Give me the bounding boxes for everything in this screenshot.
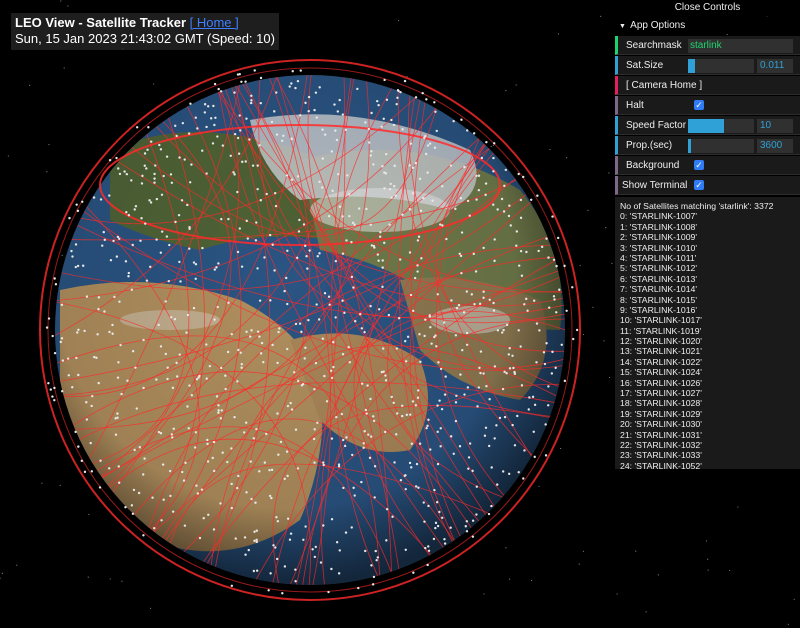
terminal-line: 21: 'STARLINK-1031' xyxy=(620,429,702,440)
camera-home-label: [ Camera Home ] xyxy=(626,80,703,91)
terminal-line: 8: 'STARLINK-1015' xyxy=(620,294,698,305)
terminal-line: 24: 'STARLINK-1052' xyxy=(620,460,702,469)
background-label: Background xyxy=(626,160,680,171)
prop-label: Prop.(sec) xyxy=(626,140,673,151)
terminal-line: 19: 'STARLINK-1029' xyxy=(620,408,702,419)
terminal-line: 7: 'STARLINK-1014' xyxy=(620,284,698,295)
terminal-line: 13: 'STARLINK-1021' xyxy=(620,346,702,357)
app-options-folder[interactable]: ▼ App Options xyxy=(615,18,800,34)
satsize-row: Sat.Size 0.011 xyxy=(615,56,800,75)
searchmask-input[interactable]: starlink xyxy=(688,39,793,53)
terminal-line: 5: 'STARLINK-1012' xyxy=(620,263,698,274)
terminal-line: 14: 'STARLINK-1022' xyxy=(620,356,702,367)
terminal-line: 11: 'STARLINK-1019' xyxy=(620,325,702,336)
terminal-output: No of Satellites matching 'starlink': 33… xyxy=(615,197,800,469)
terminal-line: 10: 'STARLINK-1017' xyxy=(620,315,702,326)
speed-slider[interactable] xyxy=(688,119,754,133)
halt-label: Halt xyxy=(626,100,644,111)
background-row: Background ✓ xyxy=(615,156,800,175)
background-checkbox[interactable]: ✓ xyxy=(694,160,704,170)
halt-row: Halt ✓ xyxy=(615,96,800,115)
satsize-slider[interactable] xyxy=(688,59,754,73)
terminal-line: 6: 'STARLINK-1013' xyxy=(620,273,698,284)
searchmask-row: Searchmask starlink xyxy=(615,36,800,55)
searchmask-label: Searchmask xyxy=(626,40,682,51)
speed-label: Speed Factor xyxy=(626,120,687,131)
terminal-line: 3: 'STARLINK-1010' xyxy=(620,242,698,253)
terminal-line: 1: 'STARLINK-1008' xyxy=(620,221,698,232)
earth xyxy=(55,75,565,585)
prop-row: Prop.(sec) 3600 xyxy=(615,136,800,155)
app-options-label: App Options xyxy=(630,20,686,31)
terminal-line: 18: 'STARLINK-1028' xyxy=(620,398,702,409)
show-terminal-label: Show Terminal xyxy=(622,180,688,191)
speed-row: Speed Factor 10 xyxy=(615,116,800,135)
prop-slider[interactable] xyxy=(688,139,754,153)
terminal-line: 2: 'STARLINK-1009' xyxy=(620,232,698,243)
terminal-line: 20: 'STARLINK-1030' xyxy=(620,419,702,430)
show-terminal-checkbox[interactable]: ✓ xyxy=(694,180,704,190)
camera-home-button[interactable]: [ Camera Home ] xyxy=(615,76,800,95)
terminal-line: 23: 'STARLINK-1033' xyxy=(620,450,702,461)
home-link[interactable]: [ Home ] xyxy=(190,15,239,30)
prop-input[interactable]: 3600 xyxy=(757,139,793,153)
triangle-down-icon: ▼ xyxy=(619,23,626,30)
terminal-line: 15: 'STARLINK-1024' xyxy=(620,367,702,378)
app-title: LEO View - Satellite Tracker xyxy=(15,15,187,30)
halt-checkbox[interactable]: ✓ xyxy=(694,100,704,110)
close-controls-button[interactable]: Close Controls xyxy=(615,0,800,16)
terminal-line: 22: 'STARLINK-1032' xyxy=(620,439,702,450)
satsize-input[interactable]: 0.011 xyxy=(757,59,793,73)
terminal-line: 0: 'STARLINK-1007' xyxy=(620,211,698,222)
satsize-label: Sat.Size xyxy=(626,60,664,71)
terminal-line: 17: 'STARLINK-1027' xyxy=(620,388,702,399)
title-overlay: LEO View - Satellite Tracker [ Home ] Su… xyxy=(11,13,279,50)
show-terminal-row: Show Terminal ✓ xyxy=(615,176,800,195)
simulation-datetime: Sun, 15 Jan 2023 21:43:02 GMT (Speed: 10… xyxy=(15,31,275,46)
speed-input[interactable]: 10 xyxy=(757,119,793,133)
terminal-line: 9: 'STARLINK-1016' xyxy=(620,304,698,315)
terminal-line: 16: 'STARLINK-1026' xyxy=(620,377,702,388)
terminal-line: 12: 'STARLINK-1020' xyxy=(620,336,702,347)
terminal-line: No of Satellites matching 'starlink': 33… xyxy=(620,201,774,211)
terminal-line: 4: 'STARLINK-1011' xyxy=(620,252,697,263)
